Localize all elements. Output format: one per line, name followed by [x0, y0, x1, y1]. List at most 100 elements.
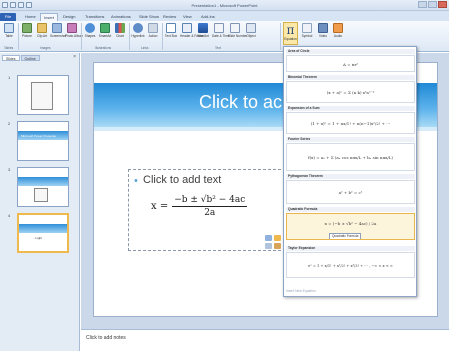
group-separator — [129, 23, 130, 50]
insert-chart-icon[interactable] — [274, 235, 281, 241]
minimize-button[interactable] — [418, 1, 427, 8]
gallery-item-title: Pythagorean Theorem — [286, 174, 415, 179]
bullet-icon: • — [134, 175, 138, 187]
hyperlink-button[interactable]: Hyperlink — [131, 23, 145, 38]
tab-slide-show[interactable]: Slide Show — [136, 13, 162, 21]
tab-slides[interactable]: Slides — [2, 55, 20, 61]
slide-thumbnail-selected[interactable]: ...Light — [17, 213, 69, 253]
gallery-item-formula-highlighted[interactable]: x = (−b ± √b² − 4ac) / 2a Quadratic Form… — [286, 213, 415, 240]
tab-transitions[interactable]: Transitions — [82, 13, 107, 21]
insert-clip-art-icon[interactable] — [274, 243, 281, 249]
thumbnail-band — [18, 177, 68, 186]
gallery-item-formula[interactable]: f(x) = a₀ + Σ (aₙ cos nπx/L + bₙ sin nπx… — [286, 143, 415, 171]
gallery-item-taylor-expansion[interactable]: Taylor Expansion eˣ = 1 + x/1! + x²/2! +… — [286, 246, 415, 278]
group-separator — [18, 23, 19, 50]
quadratic-equation[interactable]: x = −b ± √b² − 4ac 2a — [151, 195, 248, 218]
slide-thumbnail[interactable] — [17, 75, 69, 115]
body-placeholder-text[interactable]: Click to add text — [143, 174, 221, 186]
group-label-illustrations: Illustrations — [95, 46, 112, 50]
gallery-item-formula[interactable]: A = πr² — [286, 55, 415, 72]
tab-add-ins[interactable]: Add-Ins — [198, 13, 218, 21]
tab-home[interactable]: Home — [22, 13, 39, 21]
chart-button[interactable]: Chart — [113, 23, 127, 38]
text-box-button[interactable]: Text Box — [164, 23, 178, 38]
screenshot-icon — [52, 23, 62, 33]
slide-number: 4 — [8, 213, 11, 218]
chart-icon — [115, 23, 125, 33]
notes-placeholder[interactable]: Click to add notes — [86, 335, 126, 341]
thumbnail-title: ...Light — [33, 236, 43, 240]
close-icon[interactable]: × — [73, 55, 76, 60]
gallery-item-quadratic-formula[interactable]: Quadratic Formula x = (−b ± √b² − 4ac) /… — [286, 207, 415, 240]
insert-table-icon[interactable] — [265, 235, 272, 241]
smartart-icon — [100, 23, 110, 33]
smartart-button[interactable]: SmartArt — [98, 23, 112, 38]
gallery-item-formula[interactable]: (1 + x)ⁿ = 1 + nx/1! + n(n−1)x²/2! + ⋯ — [286, 112, 415, 134]
tab-insert[interactable]: Insert — [40, 13, 59, 21]
maximize-button[interactable] — [428, 1, 437, 8]
picture-button[interactable]: Picture — [20, 23, 34, 38]
tab-animations[interactable]: Animations — [108, 13, 134, 21]
thumbnail-title: Microsoft Power Presenter — [21, 134, 57, 138]
action-icon — [148, 23, 158, 33]
gallery-item-title: Binomial Theorem — [286, 75, 415, 80]
date-time-button[interactable]: Date & Time — [212, 23, 230, 38]
equation-lhs: x = — [151, 201, 169, 212]
group-separator — [280, 23, 281, 50]
pane-tabs: Slides Outline — [2, 55, 40, 61]
globe-icon — [133, 23, 143, 33]
tab-review[interactable]: Review — [160, 13, 179, 21]
document-image — [31, 82, 53, 110]
gallery-item-binomial-theorem[interactable]: Binomial Theorem (x + a)ⁿ = Σ (n k) xᵏaⁿ… — [286, 75, 415, 103]
slide-thumbnail[interactable]: Microsoft Power Presenter — [17, 121, 69, 161]
photo-album-button[interactable]: Photo Album — [65, 23, 83, 38]
notes-pane[interactable]: Click to add notes — [81, 329, 449, 351]
film-icon — [318, 23, 328, 33]
equation-fraction: −b ± √b² − 4ac 2a — [172, 195, 248, 218]
gallery-item-expansion-of-a-sum[interactable]: Expansion of a Sum (1 + x)ⁿ = 1 + nx/1! … — [286, 106, 415, 134]
group-label-images: Images — [40, 46, 51, 50]
gallery-item-formula: x = (−b ± √b² − 4ac) / 2a — [324, 221, 377, 226]
gallery-item-pythagorean-theorem[interactable]: Pythagorean Theorem a² + b² = c² — [286, 174, 415, 204]
ribbon-tabs: File Home Insert Design Transitions Anim… — [0, 11, 449, 21]
group-label-tables: Tables — [4, 46, 14, 50]
gallery-item-formula[interactable]: a² + b² = c² — [286, 180, 415, 204]
gallery-item-fourier-series[interactable]: Fourier Series f(x) = a₀ + Σ (aₙ cos nπx… — [286, 137, 415, 171]
gallery-item-area-of-circle[interactable]: Area of Circle A = πr² — [286, 49, 415, 72]
header-footer-icon — [182, 23, 192, 33]
shapes-button[interactable]: Shapes — [83, 23, 97, 38]
tab-file[interactable]: File — [0, 13, 16, 21]
video-button[interactable]: Video — [316, 23, 330, 38]
audio-button[interactable]: Audio — [331, 23, 345, 38]
table-button[interactable]: Table — [2, 23, 16, 38]
object-button[interactable]: Object — [244, 23, 258, 38]
tab-view[interactable]: View — [180, 13, 195, 21]
slide-number: 3 — [8, 167, 11, 172]
wordart-button[interactable]: WordArt — [196, 23, 210, 38]
title-placeholder[interactable]: Click to ac — [199, 92, 282, 113]
wordart-icon — [198, 23, 208, 33]
insert-picture-icon[interactable] — [265, 243, 272, 249]
slide-number-button[interactable]: Slide Number — [228, 23, 247, 38]
close-button[interactable] — [438, 1, 447, 8]
tab-outline[interactable]: Outline — [20, 55, 40, 61]
gallery-item-formula[interactable]: eˣ = 1 + x/1! + x²/2! + x³/3! + ⋯ , −∞ <… — [286, 252, 415, 278]
gallery-item-title: Fourier Series — [286, 137, 415, 142]
thumbnail-band — [19, 224, 67, 233]
gallery-item-title: Expansion of a Sum — [286, 106, 415, 111]
slide-thumbnail[interactable] — [17, 167, 69, 207]
slide-number: 1 — [8, 75, 11, 80]
header-footer-button[interactable]: Header & Footer — [180, 23, 204, 38]
group-separator — [81, 23, 82, 50]
action-button[interactable]: Action — [146, 23, 160, 38]
equation-button[interactable]: π Equation — [283, 22, 298, 45]
equation-gallery: Area of Circle A = πr² Binomial Theorem … — [283, 46, 417, 297]
screenshot-button[interactable]: Screenshot — [50, 23, 66, 38]
tab-design[interactable]: Design — [60, 13, 78, 21]
clip-art-button[interactable]: Clip Art — [35, 23, 49, 38]
equation-denominator: 2a — [204, 208, 216, 218]
gallery-item-formula[interactable]: (x + a)ⁿ = Σ (n k) xᵏaⁿ⁻ᵏ — [286, 81, 415, 103]
thumbnail-image — [34, 188, 48, 202]
symbol-button[interactable]: Symbol — [300, 23, 314, 38]
insert-new-equation-item[interactable]: Insert New Equation — [286, 289, 316, 293]
